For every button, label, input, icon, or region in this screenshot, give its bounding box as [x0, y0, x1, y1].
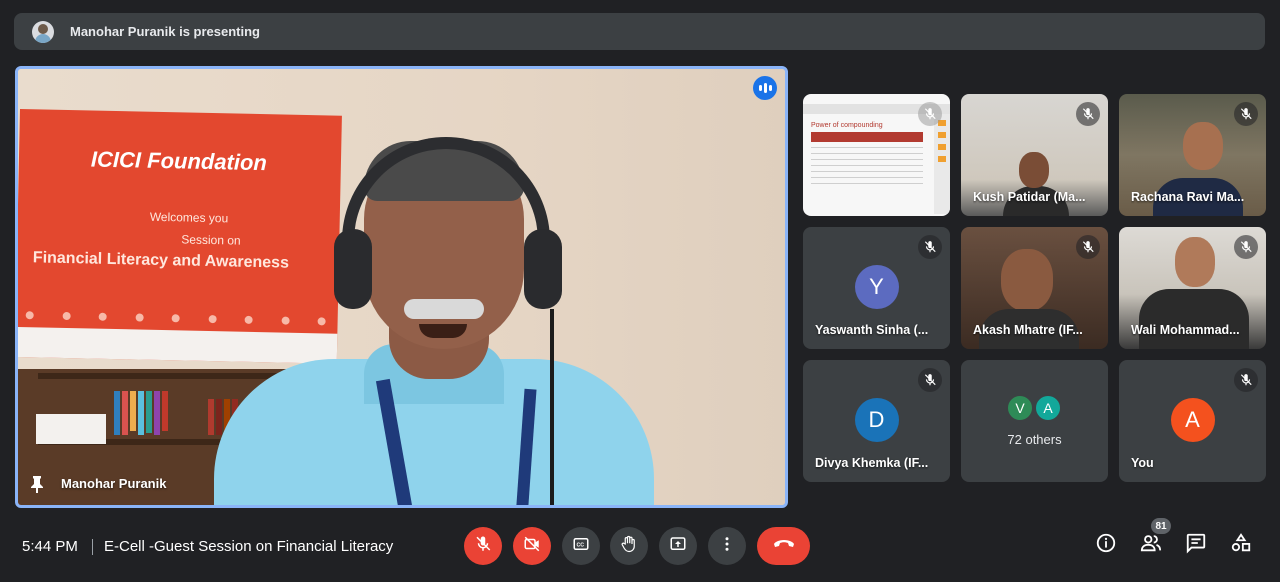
- divider: [92, 539, 93, 555]
- captions-button[interactable]: CC: [562, 527, 600, 565]
- leave-call-button[interactable]: [757, 527, 810, 565]
- others-avatar: V: [1006, 394, 1034, 422]
- participant-avatar: A: [1170, 398, 1215, 442]
- meeting-title: E-Cell -Guest Session on Financial Liter…: [104, 538, 394, 555]
- participant-tile-yaswanth[interactable]: Y Yaswanth Sinha (...: [803, 227, 950, 349]
- others-count: 72 others: [1007, 432, 1062, 447]
- participant-name: Divya Khemka (IF...: [815, 456, 929, 470]
- participant-name: You: [1131, 456, 1154, 470]
- participant-tile-you[interactable]: A You: [1119, 360, 1266, 482]
- participant-tile-akash[interactable]: Akash Mhatre (IF...: [961, 227, 1108, 349]
- main-participant-name: Manohar Puranik: [61, 476, 167, 491]
- more-options-button[interactable]: [708, 527, 746, 565]
- info-icon: [1095, 532, 1117, 559]
- participant-tile-kush[interactable]: Kush Patidar (Ma...: [961, 94, 1108, 216]
- mic-off-icon: [918, 102, 942, 126]
- participant-name: Wali Mohammad...: [1131, 323, 1240, 337]
- chat-button[interactable]: [1183, 532, 1209, 558]
- mic-off-icon: [1076, 235, 1100, 259]
- show-everyone-button[interactable]: [1138, 532, 1164, 558]
- raise-hand-button[interactable]: [610, 527, 648, 565]
- shared-spreadsheet: Power of compounding: [811, 122, 923, 200]
- participant-name: Rachana Ravi Ma...: [1131, 190, 1245, 204]
- participant-name: Kush Patidar (Ma...: [973, 190, 1086, 204]
- presenting-text: Manohar Puranik is presenting: [70, 24, 260, 39]
- camera-off-icon: [523, 535, 541, 558]
- current-time: 5:44 PM: [22, 538, 78, 555]
- participant-name: Akash Mhatre (IF...: [973, 323, 1083, 337]
- participant-tile-wali[interactable]: Wali Mohammad...: [1119, 227, 1266, 349]
- mic-off-icon: [918, 368, 942, 392]
- mic-off-icon: [1234, 102, 1258, 126]
- mic-off-icon: [1076, 102, 1100, 126]
- participant-tile-screen[interactable]: Power of compounding: [803, 94, 950, 216]
- sheet-title: Power of compounding: [811, 122, 883, 129]
- presenting-banner: Manohar Puranik is presenting: [14, 13, 1265, 50]
- raise-hand-icon: [620, 535, 638, 558]
- participant-tile-rachana[interactable]: Rachana Ravi Ma...: [1119, 94, 1266, 216]
- present-screen-icon: [669, 535, 687, 558]
- pin-icon[interactable]: [30, 475, 44, 493]
- others-avatar: A: [1034, 394, 1062, 422]
- participant-tile-divya[interactable]: D Divya Khemka (IF...: [803, 360, 950, 482]
- others-tile[interactable]: V A 72 others: [961, 360, 1108, 482]
- participant-count-badge: 81: [1151, 518, 1171, 534]
- participant-avatar: D: [854, 398, 899, 442]
- activities-icon: [1230, 532, 1252, 559]
- more-options-icon: [718, 535, 736, 558]
- control-bar: 5:44 PM E-Cell -Guest Session on Financi…: [0, 518, 1280, 572]
- activities-button[interactable]: [1228, 532, 1254, 558]
- mic-off-icon: [1234, 235, 1258, 259]
- white-box: [36, 414, 106, 444]
- main-video-tile[interactable]: ICICI Foundation Welcomes you Session on…: [15, 66, 788, 508]
- captions-icon: CC: [572, 535, 590, 558]
- presenter-avatar: [32, 20, 54, 43]
- participant-name: Yaswanth Sinha (...: [815, 323, 929, 337]
- camera-toggle-button[interactable]: [513, 527, 551, 565]
- people-icon: [1140, 532, 1162, 559]
- mic-off-icon: [474, 535, 492, 558]
- mic-toggle-button[interactable]: [464, 527, 502, 565]
- audio-level-icon: [753, 76, 777, 100]
- hang-up-icon: [772, 537, 796, 556]
- present-now-button[interactable]: [659, 527, 697, 565]
- participant-avatar: Y: [854, 265, 899, 309]
- presenter-figure: [214, 137, 654, 505]
- meeting-details-button[interactable]: [1093, 532, 1119, 558]
- svg-text:CC: CC: [577, 542, 585, 548]
- headphones: [342, 137, 550, 257]
- mic-off-icon: [1234, 368, 1258, 392]
- mic-off-icon: [918, 235, 942, 259]
- chat-icon: [1185, 532, 1207, 559]
